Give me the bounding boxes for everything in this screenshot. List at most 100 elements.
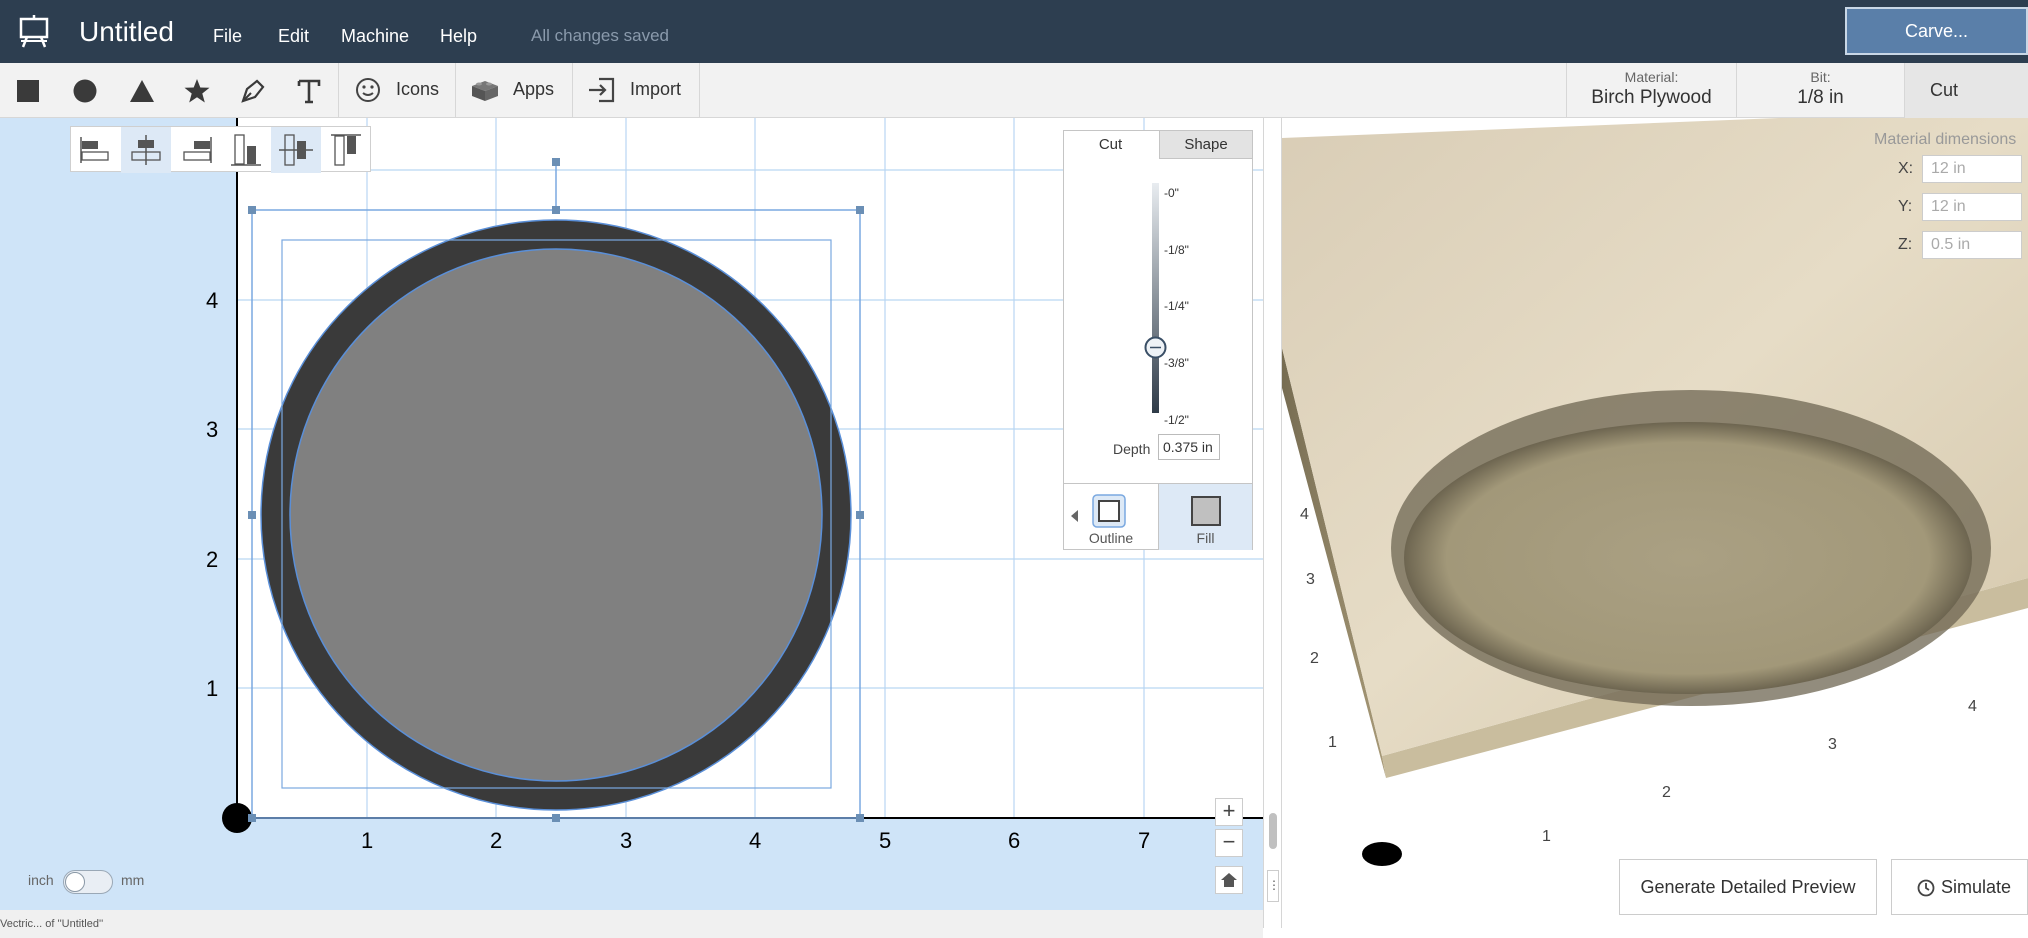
material-caption: Material: [1624,69,1679,85]
align-right-icon[interactable] [171,127,221,173]
x-tick-6: 6 [1008,828,1021,853]
import-label: Import [630,79,682,99]
collapse-handle[interactable]: ⋮ [1267,870,1280,902]
bit-value: 1/8 in [1797,87,1844,108]
fill-mode-button[interactable]: Fill [1158,484,1252,550]
align-center-horizontal-icon[interactable] [121,127,171,173]
caret-left-icon[interactable] [1071,510,1079,522]
tab-shape[interactable]: Shape [1159,131,1252,159]
icons-button[interactable]: Icons [338,63,455,118]
star-icon[interactable] [183,77,211,105]
dim-x-input[interactable]: 12 in [1922,155,2022,183]
y-tick-1: 1 [206,676,219,701]
unit-inch-label: inch [28,872,54,888]
x-tick-7: 7 [1138,828,1151,853]
shape-toolbar: Icons Apps Import Material: Birch Plywoo… [0,63,2028,155]
dim-y-label: Y: [1898,198,1913,215]
menu-edit[interactable]: Edit [278,26,309,47]
depth-tick-1-4: -1/4" [1164,299,1189,313]
menu-file[interactable]: File [213,26,242,47]
3d-preview[interactable]: 4 3 2 1 1 2 3 4 [1282,118,2028,928]
material-value: Birch Plywood [1591,87,1712,108]
easel-logo-icon[interactable] [18,14,50,48]
material-selector[interactable]: Material: Birch Plywood [1566,63,1736,118]
zoom-out-button[interactable]: − [1215,829,1243,857]
material-3d-render [1282,118,2028,866]
outline-icon [1092,494,1126,528]
align-top-icon[interactable] [321,127,371,173]
align-bottom-icon[interactable] [221,127,271,173]
brick-icon [472,81,498,101]
menu-help[interactable]: Help [440,26,477,47]
depth-tick-1-2: -1/2" [1164,413,1189,427]
x-tick-2: 2 [490,828,503,853]
x-tick-1: 1 [361,828,374,853]
dim-x-label: X: [1898,160,1914,177]
simulate-button[interactable]: Simulate [1891,859,2028,915]
align-toolbar [70,126,371,173]
depth-input[interactable]: 0.375 in [1158,434,1220,460]
align-left-icon[interactable] [71,127,121,173]
x-axis-label-2: 2 [1662,784,1671,801]
y-tick-2: 2 [206,547,219,572]
dim-z-input[interactable]: 0.5 in [1922,231,2022,259]
y-tick-3: 3 [206,417,219,442]
pen-icon[interactable] [239,77,267,105]
top-bar: Untitled File Edit Machine Help All chan… [0,0,2028,63]
panel-splitter[interactable]: ⋮ [1263,118,1282,928]
design-canvas[interactable]: 5 4 3 2 1 1 2 3 4 5 6 7 Cut Shape [0,118,1263,910]
icons-label: Icons [396,79,440,99]
inner-circle-shape [289,248,823,782]
home-icon [1221,873,1237,887]
y-axis-label-1: 1 [1328,734,1337,751]
material-dimensions-title: Material dimensions [1874,131,2017,148]
text-icon[interactable] [295,77,323,105]
y-axis-label-3: 3 [1306,571,1315,588]
smiley-icon [356,78,380,102]
x-axis-label-4: 4 [1968,698,1977,715]
generate-detailed-preview-button[interactable]: Generate Detailed Preview [1619,859,1877,915]
y-axis-label-4: 4 [1300,506,1309,523]
x-axis-label-3: 3 [1828,736,1837,753]
circle-icon[interactable] [71,77,99,105]
depth-tick-1-8: -1/8" [1164,243,1189,257]
apps-button[interactable]: Apps [455,63,572,118]
unit-mm-label: mm [121,872,145,888]
import-icon [589,77,615,103]
align-center-vertical-icon[interactable] [271,127,321,173]
carve-button[interactable]: Carve... [1845,7,2028,55]
dim-z-label: Z: [1898,236,1913,253]
bit-selector[interactable]: Bit: 1/8 in [1736,63,1904,118]
fill-label: Fill [1196,530,1215,546]
outline-label: Outline [1088,530,1134,546]
x-tick-4: 4 [749,828,762,853]
import-button[interactable]: Import [572,63,700,118]
cut-settings-button[interactable]: Cut Settings [1904,63,2028,155]
x-tick-3: 3 [620,828,633,853]
menu-machine[interactable]: Machine [341,26,409,47]
outline-mode-button[interactable]: Outline [1064,484,1158,550]
vertical-scrollbar[interactable] [1269,813,1277,849]
square-icon[interactable] [14,77,42,105]
dim-y-input[interactable]: 12 in [1922,193,2022,221]
zoom-in-button[interactable]: + [1215,798,1243,826]
simulate-label: Simulate [1941,877,2012,897]
home-view-button[interactable] [1215,866,1243,894]
depth-tick-0: -0" [1164,186,1179,200]
x-axis-label-1: 1 [1542,828,1551,845]
status-bar: Vectric... of ''Untitled'' [0,910,1263,938]
document-title[interactable]: Untitled [79,16,174,48]
cut-mode-row: Outline Fill [1064,483,1252,550]
x-tick-5: 5 [879,828,892,853]
depth-label: Depth [1113,441,1151,457]
status-text: Vectric... of ''Untitled'' [0,918,104,930]
y-axis-label-2: 2 [1310,650,1319,667]
bit-caption: Bit: [1810,69,1831,85]
y-tick-4: 4 [206,288,219,313]
save-status: All changes saved [531,26,669,45]
triangle-icon[interactable] [128,77,156,105]
tab-cut[interactable]: Cut [1064,131,1157,159]
unit-toggle[interactable] [63,870,113,894]
depth-tick-3-8: -3/8" [1164,356,1189,370]
fill-icon [1191,496,1221,526]
